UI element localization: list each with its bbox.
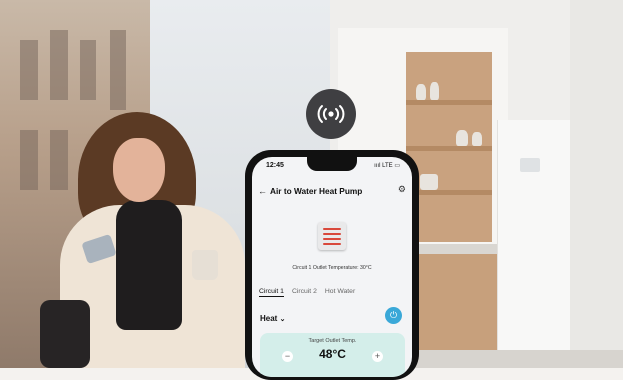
app-screen: 12:45 ıııl LTE ▭ ← Air to Water Heat Pum…: [252, 157, 412, 377]
settings-gear-icon[interactable]: ⚙: [398, 184, 406, 195]
target-temp-value: 48°C: [319, 347, 346, 361]
power-icon: ⏻: [389, 310, 398, 320]
chevron-down-icon: ⌄: [279, 316, 286, 323]
kitchen-counter: [416, 244, 506, 254]
jar: [472, 132, 482, 146]
bowl: [420, 174, 438, 190]
circuit-tabs: Circuit 1 Circuit 2 Hot Water: [259, 288, 355, 297]
kitchen-cabinet: [416, 254, 506, 354]
power-button[interactable]: ⏻: [385, 307, 402, 324]
app-header: ← Air to Water Heat Pump ⚙: [258, 184, 406, 198]
heat-pump-display: [520, 158, 540, 172]
phone-notch: [307, 157, 357, 171]
back-arrow-icon[interactable]: ←: [258, 186, 270, 196]
target-temp-label: Target Outlet Temp.: [308, 338, 357, 344]
increase-temp-button[interactable]: +: [372, 351, 383, 362]
wireless-signal-icon: [306, 89, 356, 139]
shelf: [406, 100, 492, 105]
heat-pump-icon: [318, 222, 346, 254]
wall-pillar: [570, 0, 623, 368]
coffee-cup: [192, 250, 218, 280]
vase: [430, 82, 439, 100]
mode-value: Heat: [260, 314, 278, 323]
tab-circuit-2[interactable]: Circuit 2: [292, 288, 317, 297]
woman-scarf: [116, 200, 182, 330]
outlet-temperature-label: Circuit 1 Outlet Temperature: 30°C: [292, 265, 372, 271]
vase: [416, 84, 426, 100]
handbag: [40, 300, 90, 368]
page-title: Air to Water Heat Pump: [270, 186, 363, 196]
status-time: 12:45: [266, 162, 284, 169]
tab-hot-water[interactable]: Hot Water: [325, 288, 355, 297]
target-temperature-card: Target Outlet Temp. − 48°C +: [260, 333, 405, 377]
jar: [456, 130, 468, 146]
woman-face: [113, 138, 165, 202]
tab-circuit-1[interactable]: Circuit 1: [259, 288, 284, 297]
mode-dropdown[interactable]: Heat ⌄: [260, 314, 285, 323]
shelf: [406, 146, 492, 151]
status-icons: ıııl LTE ▭: [374, 163, 400, 169]
